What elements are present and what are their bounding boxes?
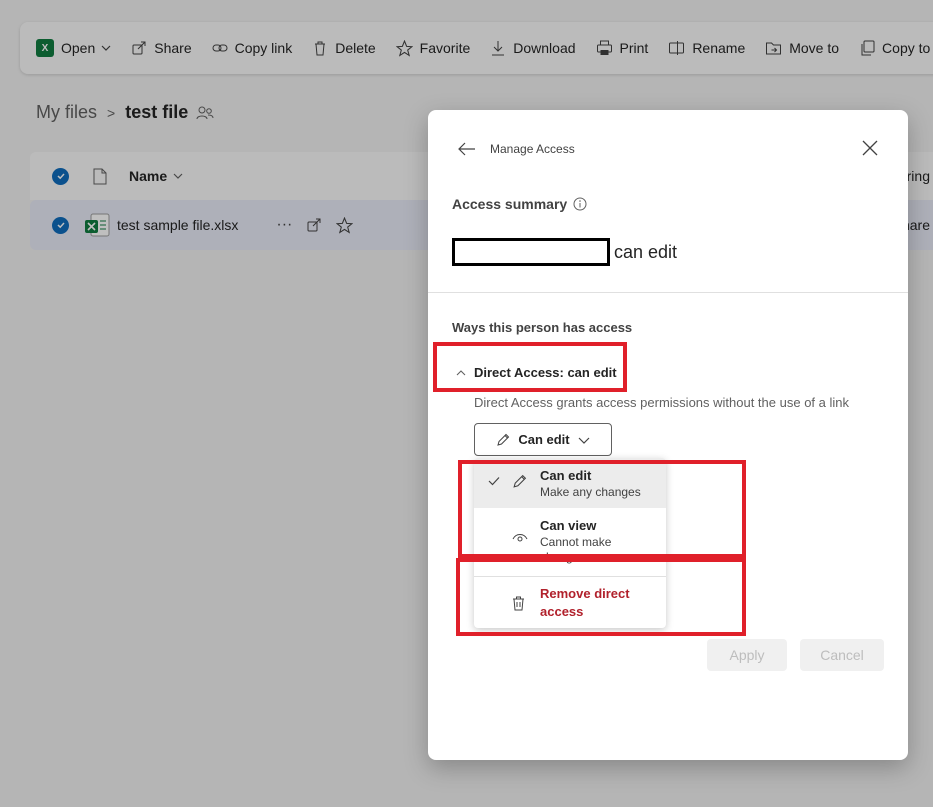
pencil-icon <box>497 433 510 446</box>
user-permission-text: can edit <box>614 241 678 262</box>
annotation-direct-access <box>433 342 627 392</box>
panel-title: Manage Access <box>490 142 575 156</box>
chevron-down-icon <box>578 437 590 444</box>
annotation-remove-access <box>456 558 746 636</box>
info-icon[interactable] <box>573 197 587 211</box>
divider <box>428 292 908 293</box>
close-icon[interactable] <box>862 140 878 156</box>
panel-header: Manage Access <box>458 142 575 156</box>
user-access-row: can edit <box>452 238 677 266</box>
direct-access-description: Direct Access grants access permissions … <box>474 395 849 410</box>
access-summary-label: Access summary <box>452 196 587 212</box>
access-summary-text: Access summary <box>452 196 568 212</box>
redacted-user-name <box>452 238 610 266</box>
permission-dropdown-button[interactable]: Can edit <box>474 423 612 456</box>
apply-button[interactable]: Apply <box>707 639 787 671</box>
back-arrow-icon[interactable] <box>458 142 476 156</box>
annotation-permission-options <box>458 460 746 558</box>
manage-access-panel: Manage Access Access summary can edit Wa… <box>428 110 908 760</box>
permission-button-label: Can edit <box>518 432 570 447</box>
cancel-button[interactable]: Cancel <box>800 639 884 671</box>
ways-access-heading: Ways this person has access <box>452 320 633 335</box>
